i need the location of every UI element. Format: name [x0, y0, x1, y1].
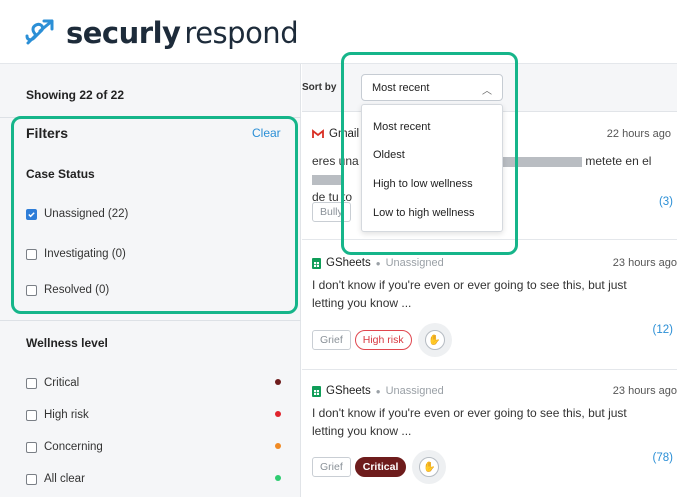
separator-dot-icon: ● — [375, 386, 381, 396]
clear-filters-link[interactable]: Clear — [252, 126, 281, 140]
checkbox-concerning[interactable]: Concerning — [26, 441, 103, 453]
critical-dot-icon — [275, 379, 281, 385]
card-text-start: eres una — [312, 154, 359, 168]
brand-word-securly: securly — [66, 16, 181, 50]
all-clear-dot-icon — [275, 475, 281, 481]
hand-icon: ✋ — [424, 330, 445, 350]
redaction-bar — [312, 174, 342, 185]
checkbox-icon[interactable] — [26, 248, 37, 260]
checkbox-all-clear[interactable]: All clear — [26, 473, 85, 485]
filter-sidebar: Showing 22 of 22 Filters Clear Case Stat… — [0, 64, 301, 497]
case-card[interactable]: GSheets ● Unassigned 23 hours ago I don'… — [302, 370, 677, 497]
case-status-title: Case Status — [26, 167, 95, 181]
checkbox-icon[interactable] — [26, 441, 37, 453]
tag-grief[interactable]: Grief — [312, 330, 351, 350]
checkbox-label: High risk — [44, 409, 89, 421]
card-text: I don't know if you're even or ever goin… — [312, 278, 627, 310]
sort-option-high-to-low[interactable]: High to low wellness — [373, 178, 473, 190]
card-tags: Bully — [312, 202, 355, 222]
tag-high-risk[interactable]: High risk — [354, 330, 412, 350]
checkbox-icon[interactable] — [26, 473, 37, 485]
card-time: 23 hours ago — [612, 257, 677, 269]
checkbox-icon[interactable] — [26, 409, 37, 421]
card-header: Gmail — [312, 128, 359, 140]
checkbox-label: Resolved (0) — [44, 284, 110, 296]
card-status: Unassigned — [385, 257, 444, 269]
card-source: GSheets — [326, 257, 371, 269]
tag-bully[interactable]: Bully — [312, 202, 351, 222]
card-tags: Grief High risk ✋ — [312, 323, 452, 357]
tag-critical[interactable]: Critical — [354, 457, 407, 477]
checkbox-high-risk[interactable]: High risk — [26, 409, 89, 421]
message-count[interactable]: (12) — [653, 324, 673, 336]
separator-dot-icon: ● — [375, 258, 381, 268]
wellness-level-title: Wellness level — [26, 336, 108, 350]
checkbox-label: All clear — [44, 473, 85, 485]
checkbox-critical[interactable]: Critical — [26, 377, 79, 389]
securly-logo[interactable]: securly respond — [22, 16, 299, 50]
checkbox-label: Critical — [44, 377, 80, 389]
sort-option-most-recent[interactable]: Most recent — [373, 121, 430, 133]
card-header: GSheets ● Unassigned — [312, 257, 444, 269]
checkbox-resolved[interactable]: Resolved (0) — [26, 284, 109, 296]
card-header: GSheets ● Unassigned — [312, 385, 444, 397]
gsheets-icon — [312, 385, 321, 397]
sort-dropdown[interactable]: Most recent ︿ — [361, 74, 503, 101]
concerning-dot-icon — [275, 443, 281, 449]
sort-option-oldest[interactable]: Oldest — [373, 149, 405, 161]
card-tags: Grief Critical ✋ — [312, 450, 447, 484]
gsheets-icon — [312, 257, 321, 269]
checkbox-unassigned[interactable]: Unassigned (22) — [26, 208, 128, 220]
card-time: 23 hours ago — [612, 385, 677, 397]
intervene-button[interactable]: ✋ — [417, 323, 452, 357]
sort-label: Sort by — [302, 82, 337, 93]
checkbox-icon[interactable] — [26, 284, 37, 296]
card-text-end: metete en el — [585, 154, 652, 168]
divider — [0, 117, 301, 118]
case-card[interactable]: GSheets ● Unassigned 23 hours ago I don'… — [302, 240, 677, 370]
tag-grief[interactable]: Grief — [312, 457, 351, 477]
chevron-up-icon: ︿ — [482, 86, 492, 97]
checkbox-investigating[interactable]: Investigating (0) — [26, 248, 126, 260]
app-header: securly respond — [0, 0, 677, 64]
checkbox-label: Unassigned (22) — [44, 208, 129, 220]
card-source: GSheets — [326, 385, 371, 397]
high-risk-dot-icon — [275, 411, 281, 417]
brand-word-respond: respond — [184, 16, 299, 50]
checkbox-icon[interactable] — [26, 377, 37, 389]
securly-arrow-icon — [25, 19, 54, 45]
checkbox-checked-icon[interactable] — [26, 208, 37, 220]
sort-selected-value: Most recent — [372, 82, 430, 94]
sort-option-low-to-high[interactable]: Low to high wellness — [373, 207, 475, 219]
filters-title: Filters — [26, 125, 69, 141]
card-time: 22 hours ago — [606, 128, 671, 140]
checkbox-label: Concerning — [44, 441, 103, 453]
gmail-icon — [312, 129, 324, 138]
cases-panel: Sort by Most recent ︿ Gmail 22 hours ago… — [302, 64, 677, 497]
results-count: Showing 22 of 22 — [26, 88, 125, 102]
hand-icon: ✋ — [419, 457, 440, 477]
card-text: I don't know if you're even or ever goin… — [312, 406, 627, 438]
checkbox-label: Investigating (0) — [44, 248, 126, 260]
sort-options-menu: Most recent Oldest High to low wellness … — [361, 104, 503, 232]
card-source: Gmail — [329, 128, 360, 140]
card-status: Unassigned — [385, 385, 444, 397]
message-count[interactable]: (78) — [653, 452, 673, 464]
intervene-button[interactable]: ✋ — [412, 450, 447, 484]
divider — [0, 320, 301, 321]
message-count[interactable]: (3) — [659, 196, 673, 208]
